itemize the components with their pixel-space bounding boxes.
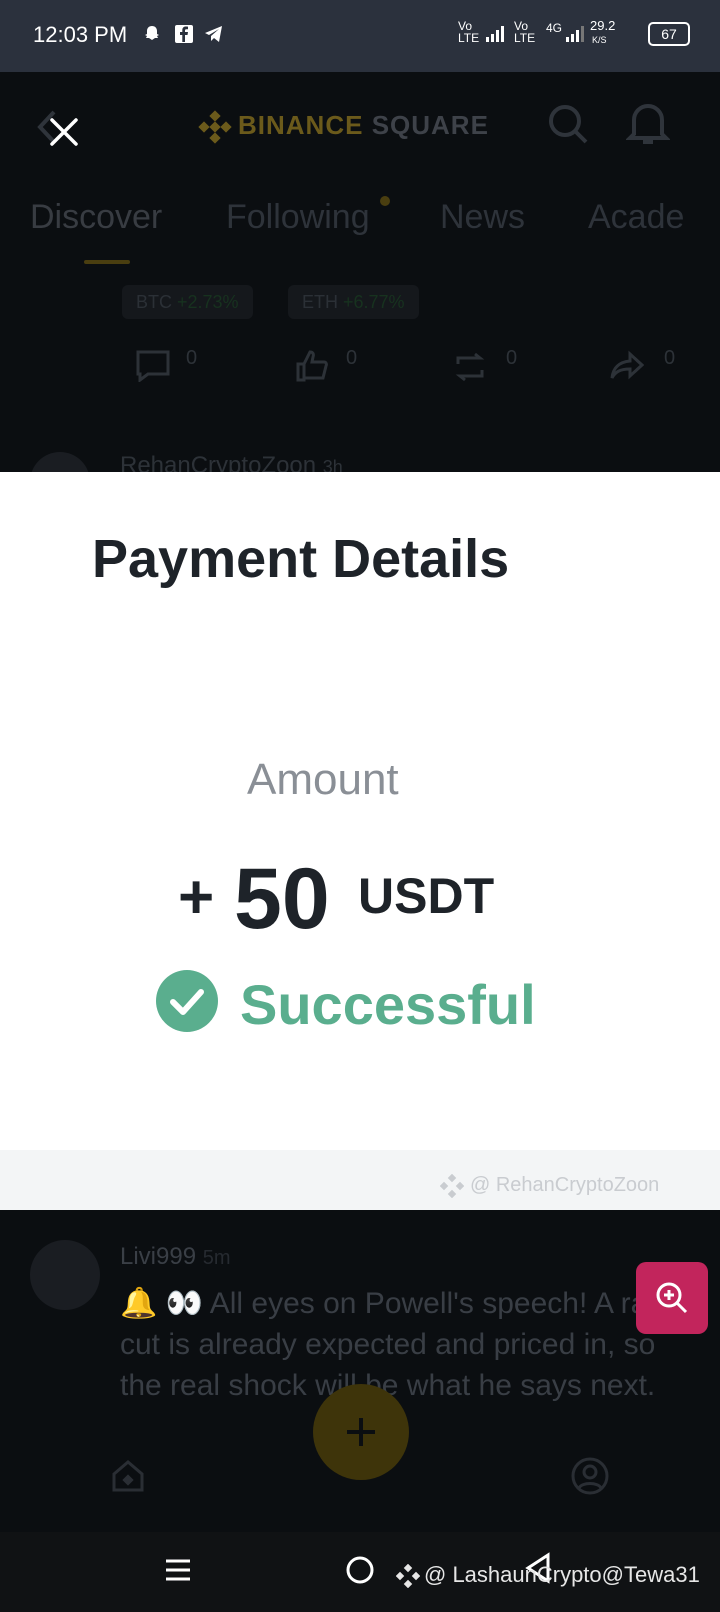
prev-post-avatar <box>30 452 90 472</box>
facebook-icon <box>175 25 193 43</box>
repost-count: 0 <box>506 347 518 369</box>
post-text: 🔔 👀 All eyes on Powell's speech! A rate … <box>120 1287 672 1402</box>
recent-apps-icon[interactable] <box>164 1556 192 1584</box>
telegram-icon <box>205 26 222 42</box>
logo-suffix: SQUARE <box>371 110 489 140</box>
ticker-symbol: ETH <box>302 292 338 312</box>
comment-count: 0 <box>186 347 198 369</box>
like-count: 0 <box>346 347 358 369</box>
volte-label-1: Vo LTE <box>458 19 480 45</box>
tab-news[interactable]: News <box>440 198 525 237</box>
bell-icon[interactable] <box>626 100 670 146</box>
close-button[interactable] <box>44 112 84 152</box>
feed-tabs: Discover Following News Acade <box>30 196 720 242</box>
like-icon[interactable] <box>296 350 328 382</box>
signal-icon-2 <box>566 26 584 42</box>
profile-icon[interactable] <box>570 1456 610 1496</box>
zoom-button[interactable] <box>636 1262 708 1334</box>
amount-label: Amount <box>247 755 399 804</box>
active-tab-indicator <box>84 260 130 264</box>
tab-academy[interactable]: Acade <box>588 198 684 237</box>
ticker-symbol: BTC <box>136 292 172 312</box>
ticker-chip-btc[interactable]: BTC +2.73% <box>122 285 253 319</box>
create-post-button[interactable] <box>313 1384 409 1480</box>
comment-icon[interactable] <box>136 350 170 382</box>
clock: 12:03 PM <box>33 22 128 47</box>
post-time: 5m <box>202 1247 231 1269</box>
watermark-logo-icon <box>440 1174 464 1198</box>
tab-following[interactable]: Following <box>226 198 370 237</box>
zoom-in-icon <box>656 1282 688 1314</box>
search-icon[interactable] <box>546 102 590 146</box>
ticker-chip-eth[interactable]: ETH +6.77% <box>288 285 419 319</box>
ticker-change: +2.73% <box>177 292 239 312</box>
tab-discover[interactable]: Discover <box>30 198 162 237</box>
amount-value: 50 <box>234 851 330 947</box>
success-check-icon <box>156 970 218 1032</box>
modal-watermark: @ RehanCryptoZoon <box>470 1174 660 1196</box>
avatar[interactable] <box>30 1240 100 1310</box>
data-speed-unit: K/S <box>592 35 607 45</box>
app-logo: BINANCE SQUARE <box>238 110 489 141</box>
post-author[interactable]: Livi999 5m <box>120 1243 231 1271</box>
battery-indicator: 67 <box>648 22 690 46</box>
network-type: 4G <box>546 21 563 35</box>
repost-icon[interactable] <box>452 352 488 382</box>
amount-sign: + <box>178 863 215 932</box>
binance-logo-icon <box>198 110 232 144</box>
share-icon[interactable] <box>610 350 644 382</box>
data-speed: 29.2 <box>590 18 616 33</box>
signal-icon <box>486 26 504 42</box>
volte-label-2: Vo LTE <box>514 19 536 45</box>
footer-watermark: @ LashaunCrypto@Tewa31 <box>424 1562 700 1587</box>
unread-dot <box>380 196 390 206</box>
amount-unit: USDT <box>358 868 495 924</box>
home-nav-icon[interactable] <box>344 1554 376 1586</box>
ticker-change: +6.77% <box>343 292 405 312</box>
payment-status: Successful <box>240 973 536 1036</box>
snapchat-icon <box>145 26 159 40</box>
home-icon[interactable] <box>110 1458 146 1494</box>
plus-icon <box>347 1418 375 1446</box>
share-count: 0 <box>664 347 676 369</box>
modal-title: Payment Details <box>92 529 510 589</box>
prev-post-author: RehanCryptoZoon 3h <box>120 452 343 472</box>
logo-brand: BINANCE <box>238 110 364 140</box>
close-icon <box>50 118 78 146</box>
status-bar: 12:03 PM Vo LTE Vo LTE 4G 29.2 K/S 67 <box>0 0 720 72</box>
footer-watermark-logo-icon <box>396 1564 420 1588</box>
